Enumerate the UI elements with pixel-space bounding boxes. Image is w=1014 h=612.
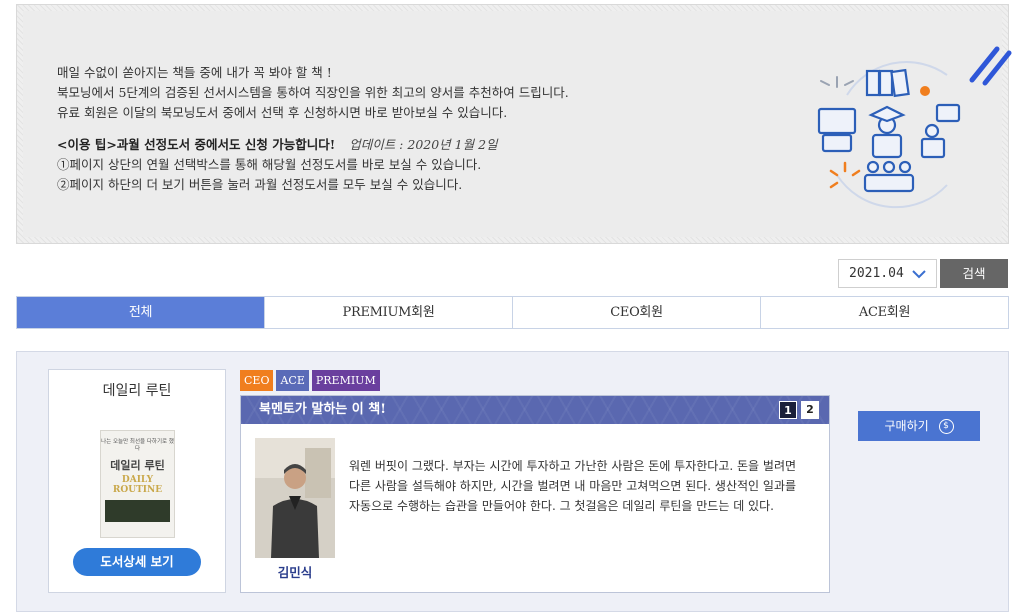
mentor-heading: 북멘토가 말하는 이 책!: [259, 402, 386, 417]
month-value: 2021.04: [849, 266, 904, 281]
mentor-name: 김민식: [277, 565, 313, 580]
tab-all[interactable]: 전체: [17, 297, 265, 328]
book-card: 데일리 루틴 나는 오늘만 최선을 다하기로 했다 데일리 루틴 DAILY R…: [48, 369, 226, 593]
mentor-header: 북멘토가 말하는 이 책! 1 2: [241, 396, 829, 424]
cover-korean-title: 데일리 루틴: [110, 459, 165, 472]
usage-tip: <이용 팁>과월 선정도서 중에서도 신청 가능합니다!: [57, 137, 336, 152]
intro-tip-2: ②페이지 하단의 더 보기 버튼을 눌러 과월 선정도서를 모두 보실 수 있습…: [57, 177, 463, 192]
book-detail-button[interactable]: 도서상세 보기: [73, 548, 201, 576]
buy-label: 구매하기: [884, 419, 929, 433]
intro-line-1: 매일 수없이 쏟아지는 책들 중에 내가 꼭 봐야 할 책 !: [57, 65, 332, 80]
tab-ceo[interactable]: CEO회원: [513, 297, 761, 328]
month-select[interactable]: 2021.04: [838, 259, 937, 288]
mentor-photo: [255, 438, 335, 558]
intro-tip-1: ①페이지 상단의 연월 선택박스를 통해 해당월 선정도서를 바로 보실 수 있…: [57, 157, 482, 172]
search-button[interactable]: 검색: [940, 259, 1008, 288]
mentor-pager: 1 2: [779, 401, 819, 419]
intro-line-2: 북모닝에서 5단계의 검증된 선서시스템을 통하여 직장인을 위한 최고의 양서…: [57, 85, 569, 100]
reading-illustration: [817, 46, 1012, 209]
badge-ceo: CEO: [240, 370, 274, 391]
mentor-quote: 워렌 버핏이 그랬다. 부자는 시간에 투자하고 가난한 사람은 돈에 투자한다…: [349, 459, 797, 513]
cover-english-title: DAILY ROUTINE: [112, 475, 163, 495]
membership-badges: CEO ACE PREMIUM: [240, 370, 380, 392]
badge-ace: ACE: [276, 370, 309, 391]
badge-premium: PREMIUM: [311, 370, 380, 391]
chevron-down-icon: [912, 270, 926, 279]
tab-ace[interactable]: ACE회원: [761, 297, 1008, 328]
book-title: 데일리 루틴: [102, 383, 172, 399]
tab-premium[interactable]: PREMIUM회원: [265, 297, 513, 328]
cover-band: [105, 500, 170, 522]
mentor-panel: 북멘토가 말하는 이 책! 1 2 김민식 워렌 버핏이 그랬다. 부자는 시간…: [240, 395, 830, 593]
intro-text: 매일 수없이 쏟아지는 책들 중에 내가 꼭 봐야 할 책 ! 북모닝에서 5단…: [57, 63, 717, 195]
intro-tip-line: <이용 팁>과월 선정도서 중에서도 신청 가능합니다! 업데이트 : 2020년…: [57, 135, 717, 155]
page-2-button[interactable]: 2: [801, 401, 819, 419]
page-1-button[interactable]: 1: [779, 401, 797, 419]
intro-banner: 매일 수없이 쏟아지는 책들 중에 내가 꼭 봐야 할 책 ! 북모닝에서 5단…: [16, 4, 1012, 244]
member-tabs: 전체 PREMIUM회원 CEO회원 ACE회원: [16, 296, 1009, 329]
intro-line-3: 유료 회원은 이달의 북모닝도서 중에서 선택 후 신청하시면 바로 받아보실 …: [57, 105, 508, 120]
cover-tagline: 나는 오늘만 최선을 다하기로 했다: [101, 439, 174, 452]
book-cover-image[interactable]: 나는 오늘만 최선을 다하기로 했다 데일리 루틴 DAILY ROUTINE: [100, 430, 175, 538]
buy-button[interactable]: 구매하기 $: [858, 411, 980, 441]
update-date: 업데이트 : 2020년 1월 2일: [349, 137, 498, 152]
coin-icon: $: [938, 419, 954, 434]
